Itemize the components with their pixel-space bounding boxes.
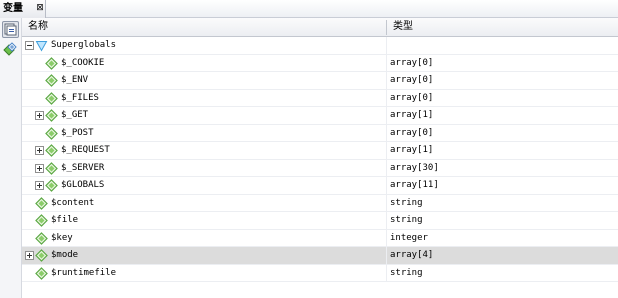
view-toolbar xyxy=(0,18,22,298)
column-separator xyxy=(386,107,387,124)
column-header-name[interactable]: 名称 xyxy=(22,18,386,36)
expand-icon[interactable] xyxy=(35,163,44,173)
column-separator xyxy=(386,72,387,89)
variable-type: array[30] xyxy=(390,162,439,173)
variable-diamond-icon xyxy=(35,231,48,245)
column-separator xyxy=(386,142,387,159)
variable-name: $_POST xyxy=(61,127,94,138)
variable-type: array[1] xyxy=(390,110,434,120)
variable-name: $_SERVER xyxy=(61,162,105,173)
variables-view-button[interactable] xyxy=(2,21,19,38)
variable-diamond-icon xyxy=(35,266,48,280)
tree-row[interactable]: $_REQUEST array[1] xyxy=(22,142,618,160)
variable-diamond-icon xyxy=(45,161,58,175)
expand-icon[interactable] xyxy=(35,146,44,155)
view-tab-bar: 变量 ⊠ xyxy=(0,0,618,18)
tree-row[interactable]: $key integer xyxy=(22,229,618,247)
expand-icon[interactable] xyxy=(35,111,44,120)
expand-icon[interactable] xyxy=(35,181,44,190)
table-header: 名称 类型 xyxy=(22,18,618,37)
variable-diamond-icon xyxy=(45,109,58,122)
variables-tree: Superglobals $_COOKIE array[0] $_ENV array[0… xyxy=(22,37,618,282)
variable-type: string xyxy=(390,197,423,208)
variable-type: integer xyxy=(390,232,428,243)
tree-row[interactable]: $content string xyxy=(22,194,618,212)
variable-diamond-icon xyxy=(45,144,58,157)
variable-name: $mode xyxy=(51,250,79,260)
tree-row[interactable]: $_COOKIE array[0] xyxy=(22,54,618,72)
tab-variables[interactable]: 变量 ⊠ xyxy=(0,0,46,18)
tree-row[interactable]: Superglobals xyxy=(22,37,618,55)
variable-diamond-icon xyxy=(35,249,48,262)
variable-diamond-icon xyxy=(35,196,48,210)
tree-row[interactable]: $_ENV array[0] xyxy=(22,72,618,90)
tree-row[interactable]: $file string xyxy=(22,212,618,230)
tree-row[interactable]: $_POST array[0] xyxy=(22,124,618,142)
tree-row[interactable]: $_SERVER array[30] xyxy=(22,159,618,177)
variable-diamond-icon xyxy=(45,126,58,140)
variable-name: $content xyxy=(51,197,95,208)
column-separator xyxy=(386,54,387,71)
variable-name: $key xyxy=(51,232,73,243)
variables-view-icon xyxy=(4,23,17,36)
variable-type: array[1] xyxy=(390,145,434,155)
column-separator xyxy=(386,194,387,211)
tree-row[interactable]: $_GET array[1] xyxy=(22,107,618,125)
variable-type: array[4] xyxy=(390,250,434,260)
variable-name: $_REQUEST xyxy=(61,145,110,155)
add-watch-icon xyxy=(3,42,17,56)
variable-type: array[0] xyxy=(390,75,434,85)
close-icon[interactable]: ⊠ xyxy=(35,0,45,17)
variable-type: array[0] xyxy=(390,127,434,138)
variable-diamond-icon xyxy=(45,179,58,192)
column-separator xyxy=(386,247,387,264)
column-separator xyxy=(386,37,387,54)
add-watch-button[interactable] xyxy=(2,42,19,59)
variable-diamond-icon xyxy=(35,214,48,227)
column-separator xyxy=(386,159,387,176)
variable-name: Superglobals xyxy=(51,40,117,50)
column-separator xyxy=(386,124,387,141)
tree-row[interactable]: $_FILES array[0] xyxy=(22,89,618,107)
variable-name: $_COOKIE xyxy=(61,57,105,68)
tab-variables-label: 变量 xyxy=(3,3,23,14)
column-separator xyxy=(386,264,387,281)
variable-diamond-icon xyxy=(45,91,58,105)
variable-type: array[11] xyxy=(390,180,439,190)
column-header-type[interactable]: 类型 xyxy=(387,18,613,36)
variable-type: array[0] xyxy=(390,92,434,103)
variable-name: $_FILES xyxy=(61,92,99,103)
superglobals-icon xyxy=(35,41,48,52)
variable-name: $_GET xyxy=(61,110,89,120)
variable-type: string xyxy=(390,267,423,278)
variable-type: string xyxy=(390,215,423,225)
variable-name: $runtimefile xyxy=(51,267,117,278)
column-separator xyxy=(386,229,387,246)
variable-name: $_ENV xyxy=(61,75,89,85)
column-separator xyxy=(386,212,387,229)
column-separator xyxy=(386,89,387,106)
tree-row[interactable]: $mode array[4] xyxy=(22,247,618,265)
variable-name: $file xyxy=(51,215,79,225)
tree-row[interactable]: $runtimefile string xyxy=(22,264,618,282)
variable-type: array[0] xyxy=(390,57,434,68)
tree-row[interactable]: $GLOBALS array[11] xyxy=(22,177,618,195)
variable-diamond-icon xyxy=(45,56,58,70)
variable-name: $GLOBALS xyxy=(61,180,105,190)
collapse-icon[interactable] xyxy=(25,41,34,50)
expand-icon[interactable] xyxy=(25,251,34,260)
column-separator xyxy=(386,177,387,194)
variable-diamond-icon xyxy=(45,74,58,87)
